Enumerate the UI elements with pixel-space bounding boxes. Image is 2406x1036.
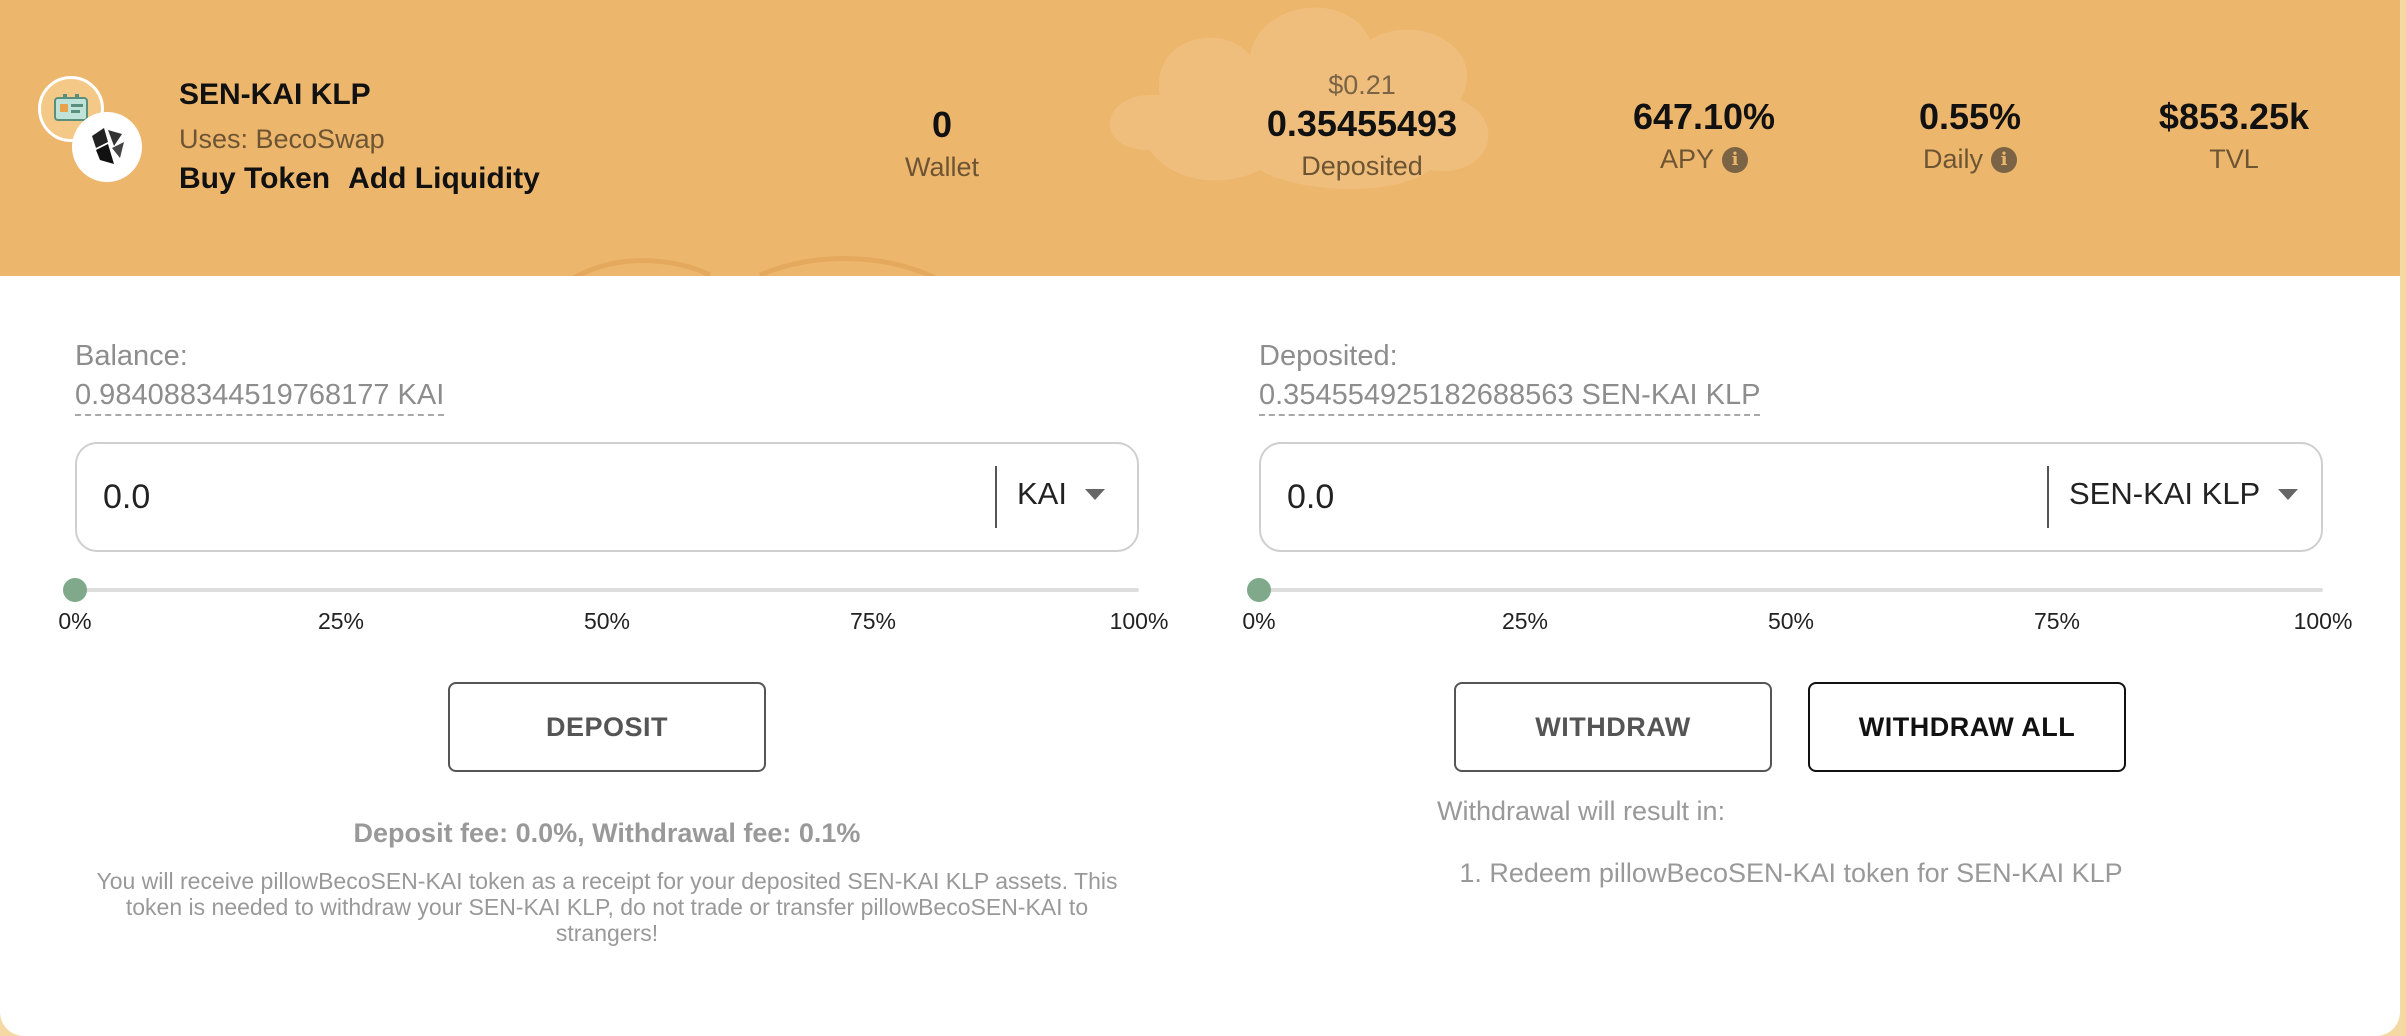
deposit-slider[interactable] xyxy=(63,578,1139,602)
background-decoration-2 xyxy=(572,256,938,276)
withdraw-result-title: Withdrawal will result in: xyxy=(1437,796,1726,826)
vault-card: SEN-KAI KLP Uses: BecoSwap Buy Token Add … xyxy=(0,0,2400,1036)
daily-label-text: Daily xyxy=(1922,144,1983,174)
tick-label[interactable]: 50% xyxy=(584,608,630,635)
add-liquidity-link[interactable]: Add Liquidity xyxy=(348,162,540,195)
tick-label[interactable]: 75% xyxy=(850,608,896,635)
withdraw-button[interactable]: WITHDRAW xyxy=(1454,682,1772,772)
tvl-label: TVL xyxy=(2114,144,2354,175)
deposit-panel: Balance: 0.984088344519768177 KAI 0.0 KA… xyxy=(58,340,1168,946)
vault-header[interactable]: SEN-KAI KLP Uses: BecoSwap Buy Token Add … xyxy=(0,0,2400,276)
pool-platform: Uses: BecoSwap xyxy=(179,124,385,154)
deposit-amount-input[interactable]: 0.0 xyxy=(103,478,150,517)
deposited-balance-label: Deposited: xyxy=(1259,340,1398,372)
daily-stat: 0.55% Daily i xyxy=(1850,96,2090,175)
info-icon[interactable]: i xyxy=(1991,146,2017,173)
tick-label[interactable]: 25% xyxy=(318,608,364,635)
apy-label: APY i xyxy=(1584,144,1824,175)
withdraw-token-label: SEN-KAI KLP xyxy=(2069,476,2261,511)
tvl-stat: $853.25k TVL xyxy=(2114,96,2354,175)
withdraw-result-item: 1. Redeem pillowBecoSEN-KAI token for SE… xyxy=(1459,858,2123,888)
withdraw-all-button[interactable]: WITHDRAW ALL xyxy=(1808,682,2126,772)
withdraw-amount-box[interactable]: 0.0 SEN-KAI KLP xyxy=(1259,442,2323,552)
deposited-stat: $0.21 0.35455493 Deposited xyxy=(1242,70,1482,182)
deposit-slider-ticks: 0% 25% 50% 75% 100% xyxy=(58,608,1168,638)
chevron-down-icon xyxy=(1084,488,1105,500)
deposited-value: 0.35455493 xyxy=(1266,103,1458,144)
chevron-down-icon xyxy=(2278,488,2299,500)
pool-links: Buy Token Add Liquidity xyxy=(179,162,558,196)
daily-label: Daily i xyxy=(1850,144,2090,175)
slider-track[interactable] xyxy=(75,588,1139,592)
buy-token-link[interactable]: Buy Token xyxy=(179,162,330,195)
kai-token-icon xyxy=(72,112,142,182)
apy-label-text: APY xyxy=(1659,144,1715,174)
deposit-button[interactable]: DEPOSIT xyxy=(448,682,766,772)
wallet-label-text: Wallet xyxy=(904,152,979,182)
apy-value: 647.10% xyxy=(1632,96,1776,137)
deposit-token-label: KAI xyxy=(1017,476,1067,511)
withdraw-slider[interactable] xyxy=(1247,578,2323,602)
withdraw-panel: Deposited: 0.354554925182688563 SEN-KAI … xyxy=(1242,340,2352,888)
deposited-label-text: Deposited xyxy=(1301,151,1423,181)
deposit-amount-box[interactable]: 0.0 KAI xyxy=(75,442,1139,552)
deposit-token-select[interactable]: KAI xyxy=(1017,476,1105,512)
tick-label[interactable]: 0% xyxy=(58,608,91,635)
tick-label[interactable]: 25% xyxy=(1502,608,1548,635)
info-icon[interactable]: i xyxy=(1722,146,1749,173)
receipt-notice: You will receive pillowBecoSEN-KAI token… xyxy=(96,868,1118,946)
tvl-label-text: TVL xyxy=(2209,144,2259,174)
deposited-balance-value[interactable]: 0.354554925182688563 SEN-KAI KLP xyxy=(1259,379,1761,416)
pool-logos xyxy=(38,76,148,186)
tick-label[interactable]: 0% xyxy=(1242,608,1275,635)
withdraw-slider-ticks: 0% 25% 50% 75% 100% xyxy=(1242,608,2352,638)
slider-handle[interactable] xyxy=(63,578,87,602)
withdraw-token-select[interactable]: SEN-KAI KLP xyxy=(2069,476,2299,512)
tick-label[interactable]: 50% xyxy=(1768,608,1814,635)
tick-label[interactable]: 100% xyxy=(2294,608,2353,635)
deposited-label: Deposited xyxy=(1242,151,1482,182)
withdraw-amount-input[interactable]: 0.0 xyxy=(1287,478,1334,517)
fee-info: Deposit fee: 0.0%, Withdrawal fee: 0.1% xyxy=(353,818,861,848)
input-divider xyxy=(995,466,997,528)
pool-name: SEN-KAI KLP xyxy=(179,78,371,111)
wallet-label: Wallet xyxy=(822,152,1062,183)
tvl-value: $853.25k xyxy=(2158,96,2310,137)
tick-label[interactable]: 75% xyxy=(2034,608,2080,635)
balance-label: Balance: xyxy=(75,340,188,372)
deposited-price: $0.21 xyxy=(1328,70,1396,100)
daily-value: 0.55% xyxy=(1918,96,2022,137)
balance-value[interactable]: 0.984088344519768177 KAI xyxy=(75,379,445,416)
wallet-value: 0 xyxy=(931,104,953,145)
tick-label[interactable]: 100% xyxy=(1110,608,1169,635)
apy-stat: 647.10% APY i xyxy=(1584,96,1824,175)
slider-track[interactable] xyxy=(1259,588,2323,592)
input-divider xyxy=(2047,466,2049,528)
slider-handle[interactable] xyxy=(1247,578,1271,602)
wallet-stat: 0 Wallet xyxy=(822,104,1062,183)
